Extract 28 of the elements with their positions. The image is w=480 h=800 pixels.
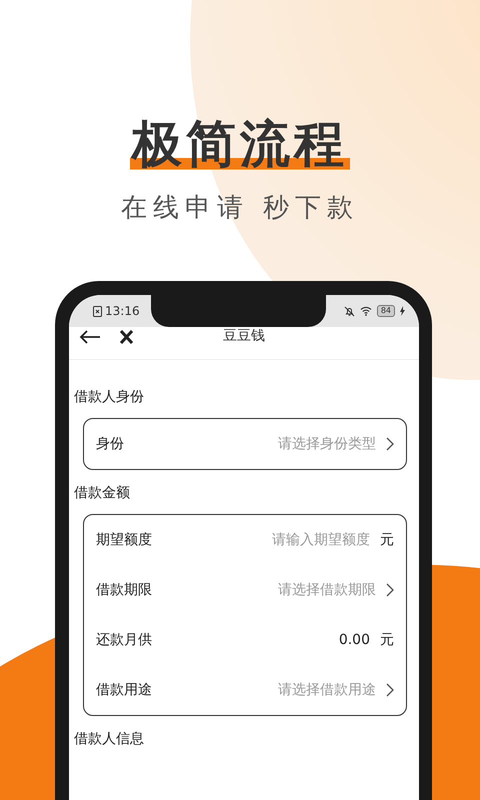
select-field[interactable]: 请选择借款期限 xyxy=(278,581,376,599)
section-title: 借款人身份 xyxy=(74,388,145,406)
unit-label: 元 xyxy=(380,631,394,649)
subtitle: 在线申请 秒下款 xyxy=(120,192,360,225)
select-field[interactable]: 请选择借款用途 xyxy=(278,681,376,699)
bell-off-icon xyxy=(344,306,355,316)
chevron-right-icon xyxy=(386,583,394,597)
field-label: 还款月供 xyxy=(96,631,152,649)
back-icon[interactable] xyxy=(79,330,101,344)
wifi-icon xyxy=(360,306,372,316)
page-title: 豆豆钱 xyxy=(223,327,265,345)
field-label: 借款期限 xyxy=(96,581,152,599)
payment-value: 0.00 xyxy=(338,632,370,648)
unit-label: 元 xyxy=(380,531,394,549)
file-icon xyxy=(93,306,102,316)
section-title: 借款人信息 xyxy=(74,730,145,748)
status-time: 13:16 xyxy=(105,304,140,318)
charging-icon xyxy=(400,306,405,316)
field-label: 期望额度 xyxy=(96,531,152,549)
chevron-right-icon xyxy=(386,437,394,451)
chevron-right-icon xyxy=(386,683,394,697)
field-label: 借款用途 xyxy=(96,681,152,699)
amount-input[interactable]: 请输入期望额度 xyxy=(250,532,370,548)
field-label: 身份 xyxy=(96,435,124,453)
select-field[interactable]: 请选择身份类型 xyxy=(278,435,376,453)
battery-level: 84 xyxy=(376,305,395,317)
section-title: 借款金额 xyxy=(74,484,131,502)
close-icon[interactable] xyxy=(119,330,134,344)
